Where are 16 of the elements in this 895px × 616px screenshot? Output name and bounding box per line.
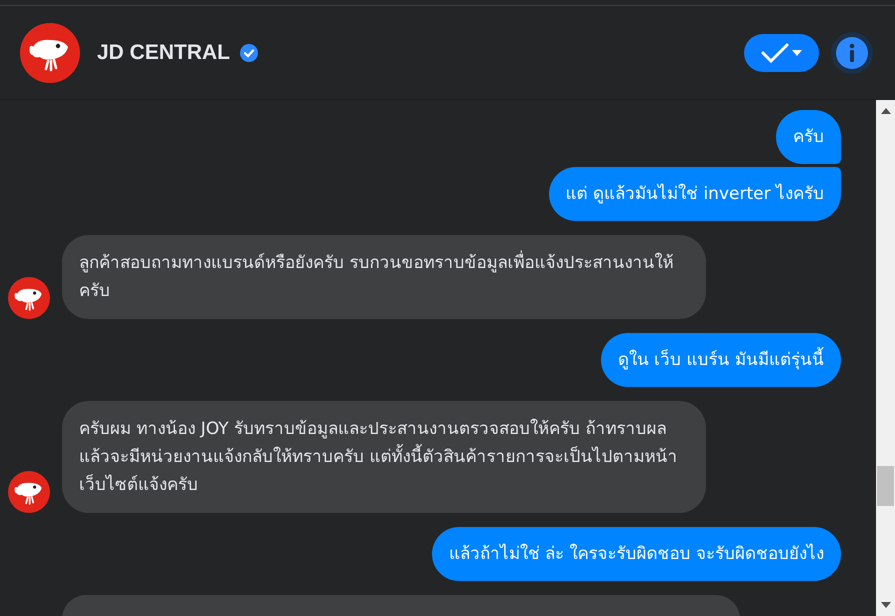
scroll-up-arrow-icon[interactable] bbox=[880, 108, 890, 114]
message-bubble: ครับ bbox=[776, 110, 841, 164]
scrollbar[interactable] bbox=[876, 100, 895, 616]
message-bubble: ดูใน เว็บ แบร์น มันมีแต่รุ่นนี้ bbox=[600, 333, 841, 387]
info-button[interactable] bbox=[831, 32, 873, 74]
scrollbar-thumb[interactable] bbox=[877, 466, 894, 506]
message-bubble: ลูกค้าสอบถามทางแบรนด์หรือยังครับ รบกวนขอทราบข้อมูลเพื่อแจ้งประสานงานให้ครับ bbox=[62, 235, 706, 319]
message-bubble: ครับผม ทางน้อง JOY รับทราบข้อมูลและประสานงานตรวจสอบให้ครับ ถ้าทราบผลแล้วจะมีหน่วยงานแจ้งกลับให้ทราบครับ แต่ทั้งนี้ตัวสินค้ารายการจะเป็นไปตามหน้าเว็บไซต์แจ้งครับ bbox=[62, 401, 706, 513]
dog-logo-icon bbox=[20, 22, 80, 82]
caret-icon bbox=[792, 50, 802, 56]
check-icon bbox=[761, 42, 789, 64]
scroll-down-arrow-icon[interactable] bbox=[880, 602, 890, 608]
message-bubble: แล้วถ้าไม่ใช่ ล่ะ ใครจะรับผิดชอบ จะรับผิดชอบยังไง bbox=[432, 527, 841, 581]
check-dropdown-button[interactable] bbox=[744, 34, 819, 72]
message-bubble: แต่ ดูแล้วมันไม่ใช่ inverter ไงครับ bbox=[548, 167, 841, 221]
chat-title: JD CENTRAL bbox=[97, 40, 230, 64]
